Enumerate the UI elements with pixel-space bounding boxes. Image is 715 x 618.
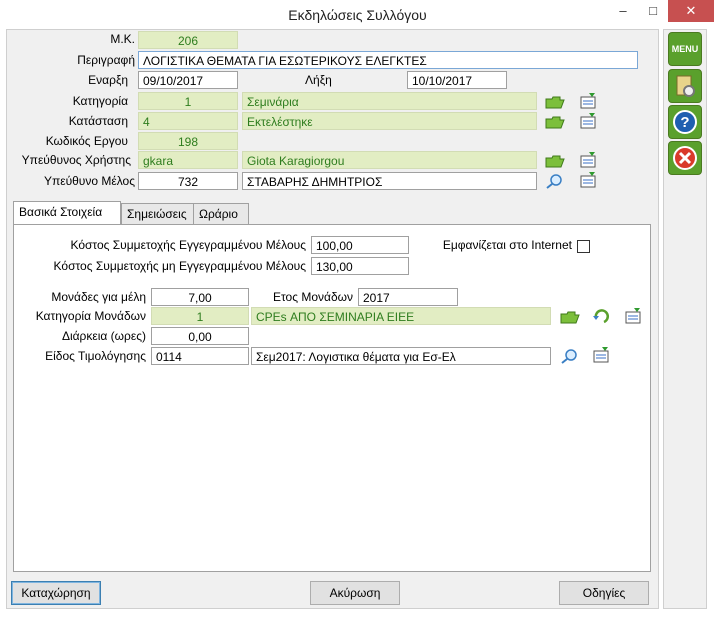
help-button[interactable]: Οδηγίες (559, 581, 649, 605)
category-name-field: Σεμινάρια (242, 92, 537, 110)
help-icon: ? (673, 110, 697, 134)
basic-info-panel: Κόστος Συμμετοχής Εγγεγραμμένου Μέλους 1… (13, 224, 651, 572)
list-edit-icon[interactable] (579, 152, 599, 168)
list-edit-icon[interactable] (579, 113, 599, 129)
duration-field[interactable]: 0,00 (151, 327, 249, 345)
tab-notes[interactable]: Σημειώσεις (121, 203, 197, 224)
save-button[interactable]: Καταχώρηση (11, 581, 101, 605)
tab-basic-info[interactable]: Βασικά Στοιχεία (13, 201, 121, 225)
search-icon[interactable] (545, 173, 565, 189)
description-label: Περιγραφή (77, 53, 135, 67)
list-edit-icon[interactable] (579, 172, 599, 188)
close-button[interactable]: ✕ (668, 0, 714, 22)
cost-unregistered-field[interactable]: 130,00 (311, 257, 409, 275)
form-area: Μ.Κ. 206 Περιγραφή ΛΟΓΙΣΤΙΚΑ ΘΕΜΑΤΑ ΓΙΑ … (6, 29, 659, 609)
exit-button[interactable] (668, 141, 702, 175)
title-bar: Εκδηλώσεις Συλλόγου ‒ □ ✕ (0, 0, 715, 29)
report-button[interactable] (668, 69, 702, 103)
units-year-label: Ετος Μονάδων (272, 290, 353, 304)
project-code-label: Κωδικός Εργου (45, 134, 128, 148)
maximize-button[interactable]: □ (638, 0, 668, 22)
internet-label: Εμφανίζεται στο Internet (442, 238, 572, 252)
menu-button[interactable]: MENU (668, 32, 702, 66)
project-code-field[interactable]: 198 (138, 132, 238, 150)
duration-label: Διάρκεια (ωρες) (61, 329, 146, 343)
end-date-field[interactable]: 10/10/2017 (407, 71, 507, 89)
search-icon[interactable] (560, 348, 580, 364)
status-name-field: Εκτελέστηκε (242, 112, 537, 130)
document-gear-icon (676, 75, 695, 97)
responsible-user-code-field[interactable]: gkara (138, 151, 238, 169)
units-category-code-field[interactable]: 1 (151, 307, 249, 325)
status-code-field[interactable]: 4 (138, 112, 238, 130)
start-date-label: Εναρξη (88, 73, 128, 87)
folder-open-icon[interactable] (560, 309, 580, 325)
cost-registered-label: Κόστος Συμμετοχής Εγγεγραμμένου Μέλους (70, 238, 306, 252)
units-year-field[interactable]: 2017 (358, 288, 458, 306)
folder-open-icon[interactable] (545, 153, 565, 169)
list-edit-icon[interactable] (579, 93, 599, 109)
units-category-name-field: CPEs ΑΠΟ ΣΕΜΙΝΑΡΙΑ ΕΙΕΕ (251, 307, 551, 325)
cancel-button[interactable]: Ακύρωση (310, 581, 400, 605)
mk-label: Μ.Κ. (110, 32, 135, 46)
responsible-user-name-field: Giota Karagiorgou (242, 151, 537, 169)
units-category-label: Κατηγορία Μονάδων (35, 309, 146, 323)
end-date-label: Λήξη (305, 73, 332, 87)
category-code-field[interactable]: 1 (138, 92, 238, 110)
folder-open-icon[interactable] (545, 94, 565, 110)
close-circle-icon (673, 146, 697, 170)
start-date-field[interactable]: 09/10/2017 (138, 71, 238, 89)
cost-registered-field[interactable]: 100,00 (311, 236, 409, 254)
billing-type-label: Είδος Τιμολόγησης (45, 349, 146, 363)
minimize-button[interactable]: ‒ (608, 0, 638, 22)
refresh-icon[interactable] (592, 308, 612, 324)
units-field[interactable]: 7,00 (151, 288, 249, 306)
category-label: Κατηγορία (72, 94, 128, 108)
description-field[interactable]: ΛΟΓΙΣΤΙΚΑ ΘΕΜΑΤΑ ΓΙΑ ΕΣΩΤΕΡΙΚΟΥΣ ΕΛΕΓΚΤΕ… (138, 51, 638, 69)
billing-type-name-field: Σεμ2017: Λογιστικα θέματα για Εσ-Ελ (251, 347, 551, 365)
responsible-member-label: Υπεύθυνο Μέλος (43, 174, 135, 188)
billing-type-code-field[interactable]: 0114 (151, 347, 249, 365)
folder-open-icon[interactable] (545, 114, 565, 130)
status-label: Κατάσταση (68, 114, 128, 128)
internet-checkbox[interactable] (577, 240, 590, 253)
info-button[interactable]: ? (668, 105, 702, 139)
mk-field[interactable]: 206 (138, 31, 238, 49)
list-edit-icon[interactable] (592, 347, 612, 363)
responsible-user-label: Υπεύθυνος Χρήστης (21, 153, 131, 167)
responsible-member-name-field: ΣΤΑΒΑΡΗΣ ΔΗΜΗΤΡΙΟΣ (242, 172, 537, 190)
side-toolbar: MENU ? (663, 29, 707, 609)
responsible-member-code-field[interactable]: 732 (138, 172, 238, 190)
tab-schedule[interactable]: Ωράριο (193, 203, 249, 224)
units-label: Μονάδες για μέλη (51, 290, 146, 304)
window-frame: Μ.Κ. 206 Περιγραφή ΛΟΓΙΣΤΙΚΑ ΘΕΜΑΤΑ ΓΙΑ … (0, 29, 715, 618)
list-edit-icon[interactable] (624, 308, 644, 324)
cost-unregistered-label: Κόστος Συμμετοχής μη Εγγεγραμμένου Μέλου… (53, 259, 306, 273)
svg-text:?: ? (680, 114, 689, 131)
